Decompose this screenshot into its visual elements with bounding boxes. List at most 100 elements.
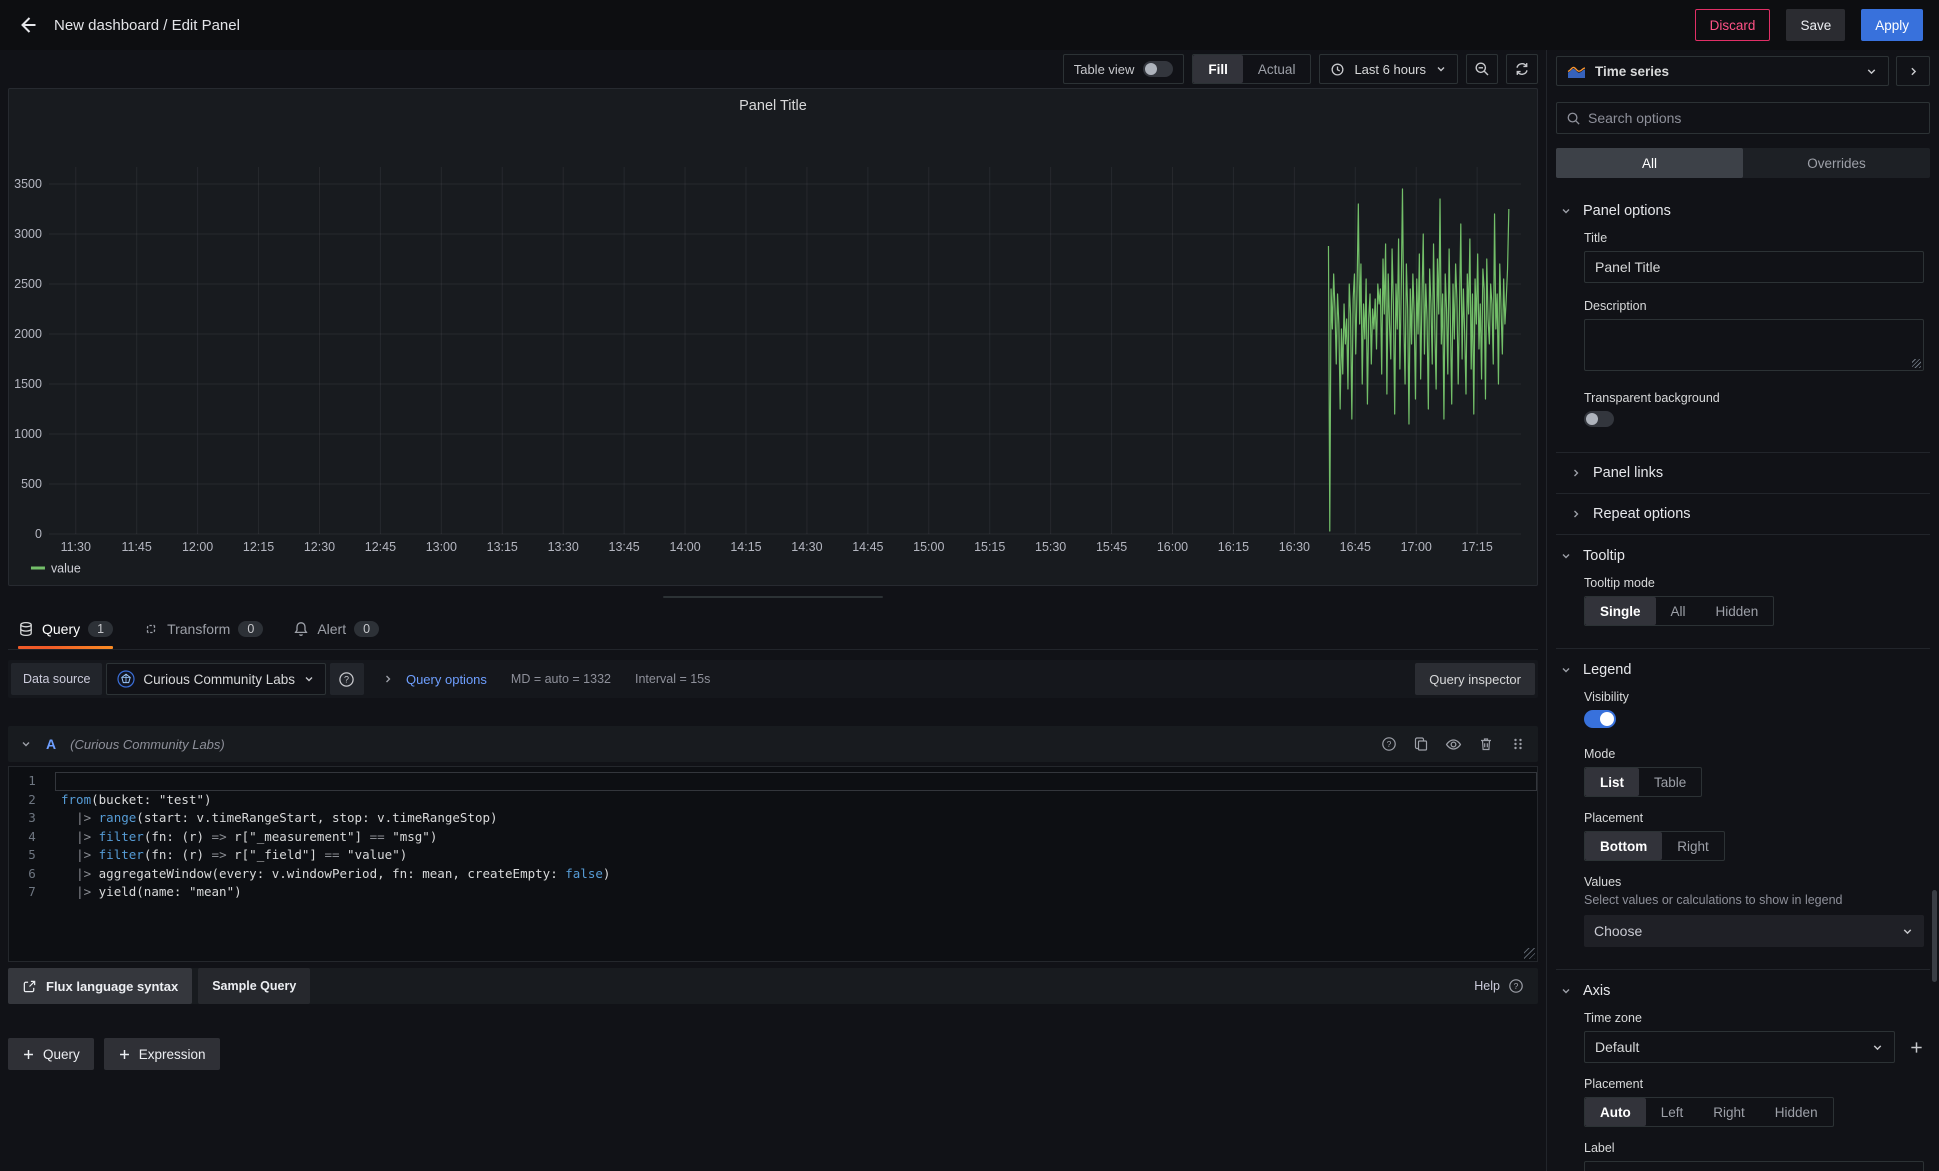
tab-query[interactable]: Query 1 [18,608,113,649]
transparent-background-toggle[interactable] [1584,411,1614,427]
tooltip-mode-group-option-all[interactable]: All [1656,597,1701,625]
code-lines[interactable]: from(bucket: "test") |> range(start: v.t… [55,767,1537,961]
query-help-icon[interactable]: ? [1381,736,1397,752]
description-textarea[interactable] [1584,319,1924,371]
svg-text:12:30: 12:30 [304,540,335,554]
duplicate-query-icon[interactable] [1413,736,1429,752]
svg-text:15:15: 15:15 [974,540,1005,554]
svg-text:15:45: 15:45 [1096,540,1127,554]
svg-text:17:15: 17:15 [1462,540,1493,554]
axis-header[interactable]: Axis [1556,970,1930,1011]
axis-placement-group-option-auto[interactable]: Auto [1585,1098,1646,1126]
add-expression-button[interactable]: Expression [104,1038,220,1070]
timezone-label: Time zone [1584,1011,1924,1025]
table-view-label: Table view [1074,62,1135,77]
discard-button[interactable]: Discard [1695,9,1771,41]
legend-values-select[interactable]: Choose [1584,915,1924,947]
apply-button[interactable]: Apply [1861,9,1923,41]
query-editor-card: A (Curious Community Labs) ? 1234567 fro… [8,726,1538,962]
drag-handle-icon[interactable] [1510,736,1526,752]
transform-count-badge: 0 [238,621,263,637]
textarea-resize-handle[interactable] [1912,359,1921,368]
help-button[interactable]: Help ? [1474,978,1538,994]
back-button[interactable] [16,14,38,36]
pane-splitter [8,586,1538,608]
splitter-handle[interactable] [663,596,883,598]
sidebar-scrollbar-thumb[interactable] [1932,890,1937,982]
add-timezone-button[interactable] [1909,1040,1924,1055]
delete-query-icon[interactable] [1478,736,1494,752]
tab-transform[interactable]: Transform 0 [143,608,263,649]
legend-mode-group-option-table[interactable]: Table [1639,768,1701,796]
options-search-input[interactable] [1588,110,1920,126]
repeat-options-row[interactable]: Repeat options [1556,493,1930,534]
svg-text:11:45: 11:45 [122,540,152,554]
legend-visibility-toggle[interactable] [1584,710,1616,728]
svg-text:13:30: 13:30 [548,540,579,554]
panel-options-header[interactable]: Panel options [1556,190,1930,231]
time-range-picker[interactable]: Last 6 hours [1319,54,1458,84]
fill-actual-group-option-actual[interactable]: Actual [1243,55,1311,83]
flux-syntax-button[interactable]: Flux language syntax [8,968,192,1004]
options-filter-tabs-option-all[interactable]: All [1556,148,1743,178]
legend-placement-group-option-right[interactable]: Right [1662,832,1724,860]
axis-label-input[interactable] [1584,1161,1924,1171]
legend-values-description: Select values or calculations to show in… [1584,893,1924,907]
tooltip-mode-group-option-hidden[interactable]: Hidden [1701,597,1774,625]
tooltip-mode-group-option-single[interactable]: Single [1585,597,1656,625]
zoom-out-button[interactable] [1466,54,1498,84]
tooltip-mode-group: SingleAllHidden [1584,596,1774,626]
legend-placement-group-option-bottom[interactable]: Bottom [1585,832,1662,860]
table-view-group: Table view [1063,54,1185,84]
panel-preview: Panel Title 0500100015002000250030003500… [8,88,1538,586]
visualization-picker[interactable]: Time series [1556,56,1889,86]
svg-text:0: 0 [35,527,42,541]
svg-text:500: 500 [21,477,42,491]
line-numbers: 1234567 [9,767,55,961]
svg-text:13:00: 13:00 [426,540,457,554]
query-row-header[interactable]: A (Curious Community Labs) ? [8,726,1538,762]
options-search[interactable] [1556,102,1930,134]
query-options-link[interactable]: Query options [406,672,487,687]
panel-title-input[interactable] [1584,251,1924,283]
editor-tabs: Query 1 Transform 0 Alert 0 [8,608,1538,650]
time-series-chart[interactable]: 050010001500200025003000350011:3011:4512… [9,89,1537,585]
svg-text:12:45: 12:45 [365,540,396,554]
sample-query-button[interactable]: Sample Query [198,968,310,1004]
legend-header[interactable]: Legend [1556,649,1930,690]
panel-links-row[interactable]: Panel links [1556,452,1930,493]
axis-placement-group-option-right[interactable]: Right [1698,1098,1760,1126]
query-inspector-button[interactable]: Query inspector [1415,663,1535,695]
datasource-name: Curious Community Labs [143,672,295,687]
tooltip-header[interactable]: Tooltip [1556,535,1930,576]
collapse-options-button[interactable] [1896,56,1930,86]
question-circle-icon: ? [338,671,355,688]
query-options-bar[interactable]: Query options MD = auto = 1332 Interval … [368,663,1411,695]
datasource-help-button[interactable]: ? [330,663,364,695]
svg-text:12:15: 12:15 [243,540,274,554]
add-query-button[interactable]: Query [8,1038,94,1070]
editor-resize-handle[interactable] [1524,948,1535,959]
chevron-right-icon [1907,65,1920,78]
hide-query-icon[interactable] [1445,736,1462,753]
save-button[interactable]: Save [1786,9,1845,41]
panel-title: Panel Title [9,98,1537,114]
tab-alert[interactable]: Alert 0 [293,608,379,649]
fill-actual-group-option-fill[interactable]: Fill [1193,55,1243,83]
chevron-down-icon [303,673,315,685]
svg-text:16:15: 16:15 [1218,540,1249,554]
axis-placement-group-option-hidden[interactable]: Hidden [1760,1098,1833,1126]
table-view-toggle[interactable] [1143,61,1173,77]
flux-code-editor[interactable]: 1234567 from(bucket: "test") |> range(st… [8,766,1538,962]
svg-text:16:45: 16:45 [1340,540,1371,554]
transparent-background-label: Transparent background [1584,391,1924,405]
datasource-picker[interactable]: Curious Community Labs [106,663,326,695]
refresh-button[interactable] [1506,54,1538,84]
options-filter-tabs-option-overrides[interactable]: Overrides [1743,148,1930,178]
timezone-select[interactable]: Default [1584,1031,1895,1063]
max-data-points: MD = auto = 1332 [511,672,611,686]
axis-placement-group-option-left[interactable]: Left [1646,1098,1699,1126]
legend-mode-group-option-list[interactable]: List [1585,768,1639,796]
section-axis: Axis Time zone Default Placement A [1556,969,1930,1171]
axis-placement-label: Placement [1584,1077,1924,1091]
